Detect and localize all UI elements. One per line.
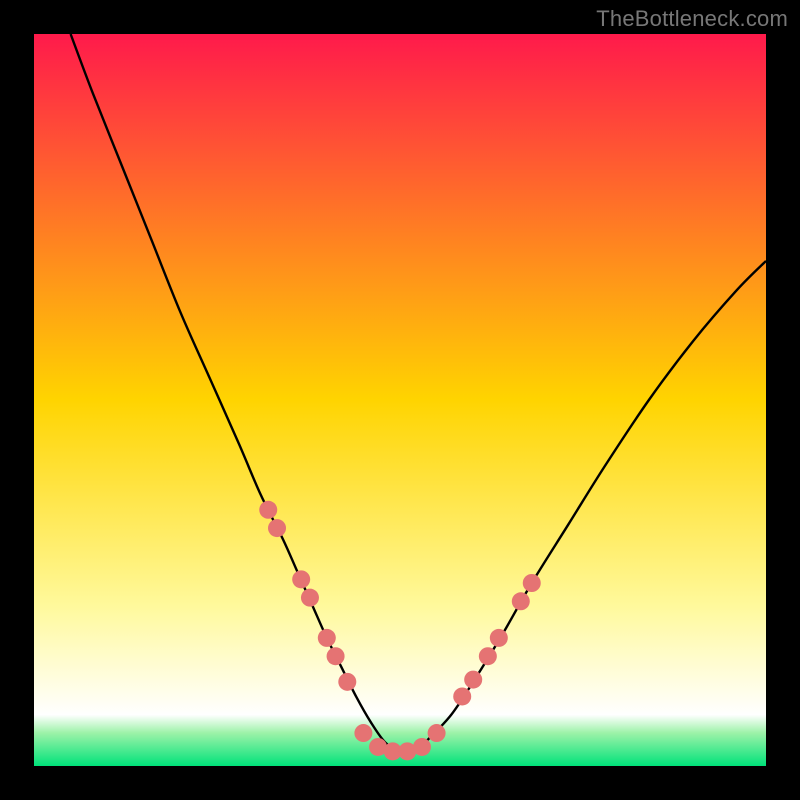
- bottleneck-chart: [34, 34, 766, 766]
- curve-marker: [453, 687, 471, 705]
- curve-marker: [512, 592, 530, 610]
- curve-marker: [490, 629, 508, 647]
- curve-marker: [259, 501, 277, 519]
- curve-marker: [292, 570, 310, 588]
- chart-frame: TheBottleneck.com: [0, 0, 800, 800]
- curve-marker: [354, 724, 372, 742]
- curve-marker: [428, 724, 446, 742]
- curve-marker: [338, 673, 356, 691]
- curve-marker: [268, 519, 286, 537]
- curve-marker: [523, 574, 541, 592]
- curve-marker: [413, 738, 431, 756]
- curve-marker: [327, 647, 345, 665]
- curve-marker: [479, 647, 497, 665]
- gradient-background: [34, 34, 766, 766]
- curve-marker: [464, 671, 482, 689]
- watermark-text: TheBottleneck.com: [596, 6, 788, 32]
- curve-marker: [318, 629, 336, 647]
- curve-marker: [301, 589, 319, 607]
